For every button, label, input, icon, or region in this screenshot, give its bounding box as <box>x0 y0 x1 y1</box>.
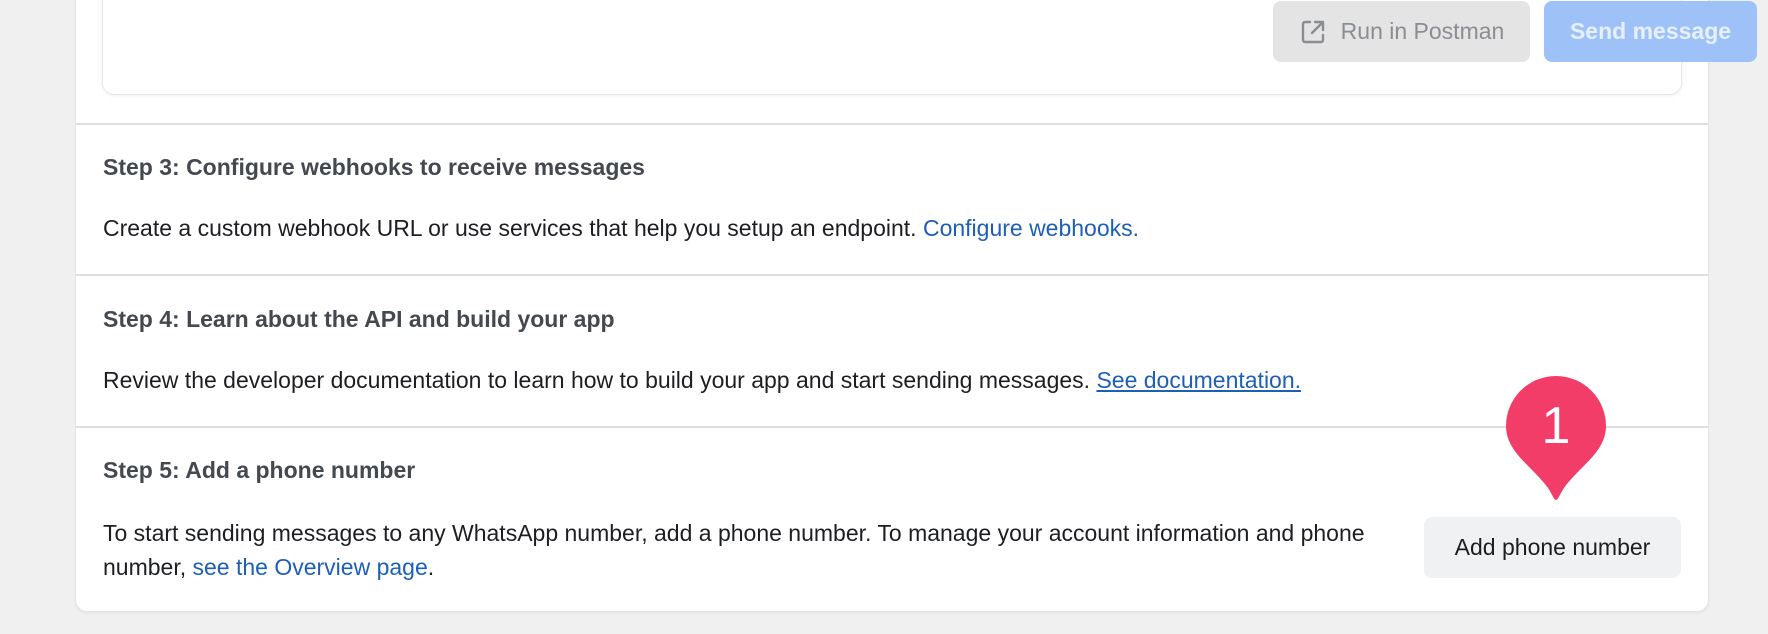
add-phone-number-button[interactable]: Add phone number <box>1424 517 1681 578</box>
add-phone-number-label: Add phone number <box>1454 534 1651 560</box>
annotation-marker: 1 <box>1506 376 1606 502</box>
step-5-heading: Step 5: Add a phone number <box>103 457 416 483</box>
send-message-label: Send message <box>1569 18 1732 44</box>
step-3-description: Create a custom webhook URL or use servi… <box>103 211 1139 245</box>
step-5-description: To start sending messages to any WhatsAp… <box>103 516 1383 584</box>
step-4-description: Review the developer documentation to le… <box>103 363 1301 397</box>
section-divider <box>76 274 1708 276</box>
see-documentation-link[interactable]: See documentation. <box>1096 367 1301 393</box>
step-4-text: Review the developer documentation to le… <box>103 367 1091 393</box>
send-message-card: Run in Postman Send message <box>102 0 1757 95</box>
step-3-heading: Step 3: Configure webhooks to receive me… <box>103 154 645 180</box>
overview-page-link[interactable]: see the Overview page <box>193 554 428 580</box>
send-message-button[interactable]: Send message <box>1544 1 1757 62</box>
step-3-text: Create a custom webhook URL or use servi… <box>103 215 917 241</box>
step-5-suffix: . <box>427 554 435 580</box>
step-4-heading: Step 4: Learn about the API and build yo… <box>103 306 615 332</box>
run-in-postman-button[interactable]: Run in Postman <box>1273 1 1530 62</box>
external-link-icon <box>1299 18 1327 46</box>
annotation-number: 1 <box>1541 397 1571 455</box>
run-in-postman-label: Run in Postman <box>1340 18 1505 44</box>
section-divider <box>76 123 1708 125</box>
configure-webhooks-link[interactable]: Configure webhooks. <box>923 215 1139 241</box>
section-divider <box>76 426 1708 428</box>
